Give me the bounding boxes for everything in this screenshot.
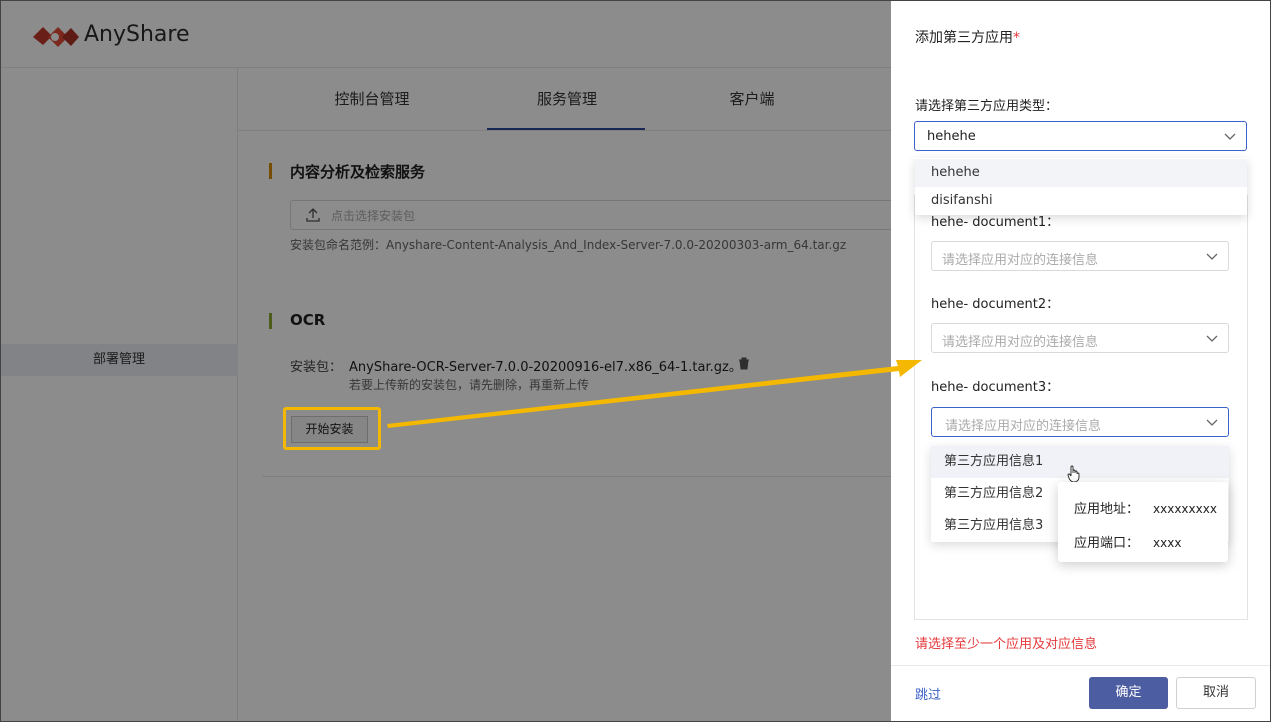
tooltip-address-row: 应用地址： xxxxxxxxx <box>1074 498 1217 517</box>
port-value: xxxx <box>1153 536 1182 550</box>
document3-select[interactable]: 请选择应用对应的连接信息 <box>931 407 1229 437</box>
drawer-title: 添加第三方应用* <box>915 27 1020 47</box>
modal-mask[interactable] <box>0 0 891 722</box>
cancel-button[interactable]: 取消 <box>1176 677 1256 709</box>
connection-info-tooltip: 应用地址： xxxxxxxxx 应用端口： xxxx <box>1058 482 1228 562</box>
address-label: 应用地址： <box>1074 502 1140 517</box>
app-type-dropdown: hehehe disifanshi <box>915 158 1247 215</box>
app-type-select[interactable]: hehehe <box>914 121 1247 151</box>
port-label: 应用端口： <box>1074 536 1140 551</box>
chevron-down-icon <box>1206 419 1218 426</box>
document2-label: hehe- document2： <box>931 297 1060 312</box>
highlight-annotation <box>283 407 381 450</box>
type-option-hehehe[interactable]: hehehe <box>915 159 1247 187</box>
tooltip-port-row: 应用端口： xxxx <box>1074 532 1181 551</box>
hand-cursor-icon <box>1067 465 1080 483</box>
app-type-value: hehehe <box>927 129 976 144</box>
chevron-down-icon <box>1206 253 1218 260</box>
document3-placeholder: 请选择应用对应的连接信息 <box>945 419 1102 434</box>
validation-error: 请选择至少一个应用及对应信息 <box>915 637 1098 652</box>
footer-divider <box>891 665 1271 666</box>
chevron-down-icon <box>1224 133 1236 140</box>
document1-select[interactable]: 请选择应用对应的连接信息 <box>931 241 1229 271</box>
type-label: 请选择第三方应用类型： <box>915 99 1059 114</box>
document2-select[interactable]: 请选择应用对应的连接信息 <box>931 323 1229 353</box>
document1-placeholder: 请选择应用对应的连接信息 <box>942 253 1099 268</box>
confirm-button[interactable]: 确定 <box>1089 677 1168 709</box>
chevron-down-icon <box>1206 335 1218 342</box>
document3-label: hehe- document3： <box>931 380 1060 395</box>
address-value: xxxxxxxxx <box>1153 502 1217 516</box>
drawer-title-text: 添加第三方应用 <box>915 30 1013 46</box>
required-mark: * <box>1013 30 1020 46</box>
type-option-disifanshi[interactable]: disifanshi <box>915 187 1247 215</box>
skip-link[interactable]: 跳过 <box>915 684 941 703</box>
document2-placeholder: 请选择应用对应的连接信息 <box>942 335 1099 350</box>
